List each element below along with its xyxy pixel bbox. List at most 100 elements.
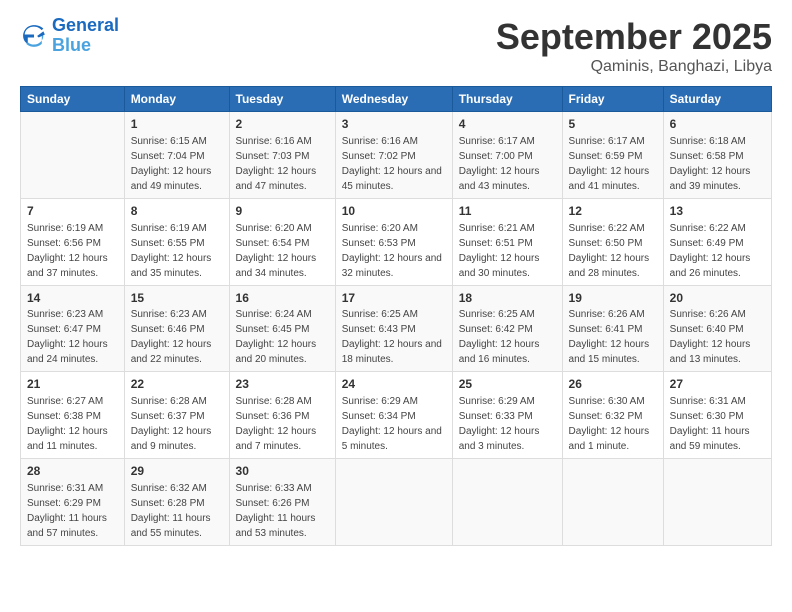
column-headers: Sunday Monday Tuesday Wednesday Thursday…: [21, 87, 772, 112]
day-info: Sunrise: 6:28 AMSunset: 6:36 PMDaylight:…: [236, 394, 329, 454]
day-number: 16: [236, 290, 329, 307]
day-number: 21: [27, 376, 118, 393]
cell-w3-d4: 18Sunrise: 6:25 AMSunset: 6:42 PMDayligh…: [452, 285, 562, 372]
day-info: Sunrise: 6:23 AMSunset: 6:46 PMDaylight:…: [131, 307, 223, 367]
day-number: 22: [131, 376, 223, 393]
day-number: 17: [342, 290, 446, 307]
day-info: Sunrise: 6:15 AMSunset: 7:04 PMDaylight:…: [131, 134, 223, 194]
col-sunday: Sunday: [21, 87, 125, 112]
cell-w1-d0: [21, 112, 125, 199]
cell-w3-d1: 15Sunrise: 6:23 AMSunset: 6:46 PMDayligh…: [124, 285, 229, 372]
week-row-4: 21Sunrise: 6:27 AMSunset: 6:38 PMDayligh…: [21, 372, 772, 459]
logo-text: General Blue: [52, 16, 119, 56]
cell-w2-d5: 12Sunrise: 6:22 AMSunset: 6:50 PMDayligh…: [562, 198, 663, 285]
cell-w2-d0: 7Sunrise: 6:19 AMSunset: 6:56 PMDaylight…: [21, 198, 125, 285]
col-wednesday: Wednesday: [335, 87, 452, 112]
col-monday: Monday: [124, 87, 229, 112]
logo-icon: [20, 22, 48, 50]
day-number: 15: [131, 290, 223, 307]
cell-w5-d4: [452, 459, 562, 546]
cell-w4-d4: 25Sunrise: 6:29 AMSunset: 6:33 PMDayligh…: [452, 372, 562, 459]
day-info: Sunrise: 6:18 AMSunset: 6:58 PMDaylight:…: [670, 134, 765, 194]
col-saturday: Saturday: [663, 87, 771, 112]
day-info: Sunrise: 6:19 AMSunset: 6:56 PMDaylight:…: [27, 221, 118, 281]
day-info: Sunrise: 6:16 AMSunset: 7:03 PMDaylight:…: [236, 134, 329, 194]
day-info: Sunrise: 6:23 AMSunset: 6:47 PMDaylight:…: [27, 307, 118, 367]
day-number: 25: [459, 376, 556, 393]
day-info: Sunrise: 6:17 AMSunset: 6:59 PMDaylight:…: [569, 134, 657, 194]
day-number: 27: [670, 376, 765, 393]
cell-w1-d1: 1Sunrise: 6:15 AMSunset: 7:04 PMDaylight…: [124, 112, 229, 199]
day-number: 3: [342, 116, 446, 133]
day-info: Sunrise: 6:29 AMSunset: 6:33 PMDaylight:…: [459, 394, 556, 454]
cell-w2-d1: 8Sunrise: 6:19 AMSunset: 6:55 PMDaylight…: [124, 198, 229, 285]
cell-w2-d6: 13Sunrise: 6:22 AMSunset: 6:49 PMDayligh…: [663, 198, 771, 285]
day-info: Sunrise: 6:19 AMSunset: 6:55 PMDaylight:…: [131, 221, 223, 281]
day-info: Sunrise: 6:26 AMSunset: 6:40 PMDaylight:…: [670, 307, 765, 367]
day-info: Sunrise: 6:30 AMSunset: 6:32 PMDaylight:…: [569, 394, 657, 454]
day-info: Sunrise: 6:21 AMSunset: 6:51 PMDaylight:…: [459, 221, 556, 281]
day-number: 8: [131, 203, 223, 220]
day-number: 12: [569, 203, 657, 220]
cell-w3-d2: 16Sunrise: 6:24 AMSunset: 6:45 PMDayligh…: [229, 285, 335, 372]
cell-w4-d6: 27Sunrise: 6:31 AMSunset: 6:30 PMDayligh…: [663, 372, 771, 459]
day-info: Sunrise: 6:33 AMSunset: 6:26 PMDaylight:…: [236, 481, 329, 541]
day-number: 20: [670, 290, 765, 307]
day-number: 28: [27, 463, 118, 480]
day-number: 19: [569, 290, 657, 307]
day-number: 6: [670, 116, 765, 133]
day-number: 11: [459, 203, 556, 220]
day-number: 29: [131, 463, 223, 480]
day-number: 26: [569, 376, 657, 393]
cell-w5-d1: 29Sunrise: 6:32 AMSunset: 6:28 PMDayligh…: [124, 459, 229, 546]
day-number: 2: [236, 116, 329, 133]
location-title: Qaminis, Banghazi, Libya: [496, 58, 772, 76]
day-info: Sunrise: 6:31 AMSunset: 6:30 PMDaylight:…: [670, 394, 765, 454]
cell-w2-d3: 10Sunrise: 6:20 AMSunset: 6:53 PMDayligh…: [335, 198, 452, 285]
day-number: 30: [236, 463, 329, 480]
day-number: 5: [569, 116, 657, 133]
cell-w3-d0: 14Sunrise: 6:23 AMSunset: 6:47 PMDayligh…: [21, 285, 125, 372]
day-number: 14: [27, 290, 118, 307]
cell-w4-d5: 26Sunrise: 6:30 AMSunset: 6:32 PMDayligh…: [562, 372, 663, 459]
day-info: Sunrise: 6:24 AMSunset: 6:45 PMDaylight:…: [236, 307, 329, 367]
title-block: September 2025 Qaminis, Banghazi, Libya: [496, 16, 772, 76]
day-info: Sunrise: 6:31 AMSunset: 6:29 PMDaylight:…: [27, 481, 118, 541]
cell-w4-d1: 22Sunrise: 6:28 AMSunset: 6:37 PMDayligh…: [124, 372, 229, 459]
cell-w4-d3: 24Sunrise: 6:29 AMSunset: 6:34 PMDayligh…: [335, 372, 452, 459]
day-number: 4: [459, 116, 556, 133]
cell-w4-d0: 21Sunrise: 6:27 AMSunset: 6:38 PMDayligh…: [21, 372, 125, 459]
cell-w5-d2: 30Sunrise: 6:33 AMSunset: 6:26 PMDayligh…: [229, 459, 335, 546]
cell-w2-d4: 11Sunrise: 6:21 AMSunset: 6:51 PMDayligh…: [452, 198, 562, 285]
day-number: 1: [131, 116, 223, 133]
cell-w2-d2: 9Sunrise: 6:20 AMSunset: 6:54 PMDaylight…: [229, 198, 335, 285]
day-number: 13: [670, 203, 765, 220]
day-info: Sunrise: 6:25 AMSunset: 6:42 PMDaylight:…: [459, 307, 556, 367]
week-row-3: 14Sunrise: 6:23 AMSunset: 6:47 PMDayligh…: [21, 285, 772, 372]
cell-w5-d6: [663, 459, 771, 546]
cell-w4-d2: 23Sunrise: 6:28 AMSunset: 6:36 PMDayligh…: [229, 372, 335, 459]
col-thursday: Thursday: [452, 87, 562, 112]
day-info: Sunrise: 6:32 AMSunset: 6:28 PMDaylight:…: [131, 481, 223, 541]
day-info: Sunrise: 6:22 AMSunset: 6:50 PMDaylight:…: [569, 221, 657, 281]
day-info: Sunrise: 6:26 AMSunset: 6:41 PMDaylight:…: [569, 307, 657, 367]
cell-w1-d4: 4Sunrise: 6:17 AMSunset: 7:00 PMDaylight…: [452, 112, 562, 199]
day-number: 10: [342, 203, 446, 220]
week-row-1: 1Sunrise: 6:15 AMSunset: 7:04 PMDaylight…: [21, 112, 772, 199]
month-title: September 2025: [496, 16, 772, 58]
day-number: 23: [236, 376, 329, 393]
day-info: Sunrise: 6:20 AMSunset: 6:54 PMDaylight:…: [236, 221, 329, 281]
cell-w1-d6: 6Sunrise: 6:18 AMSunset: 6:58 PMDaylight…: [663, 112, 771, 199]
logo: General Blue: [20, 16, 119, 56]
cell-w3-d3: 17Sunrise: 6:25 AMSunset: 6:43 PMDayligh…: [335, 285, 452, 372]
cell-w5-d5: [562, 459, 663, 546]
day-info: Sunrise: 6:17 AMSunset: 7:00 PMDaylight:…: [459, 134, 556, 194]
cell-w1-d2: 2Sunrise: 6:16 AMSunset: 7:03 PMDaylight…: [229, 112, 335, 199]
day-info: Sunrise: 6:27 AMSunset: 6:38 PMDaylight:…: [27, 394, 118, 454]
cell-w5-d0: 28Sunrise: 6:31 AMSunset: 6:29 PMDayligh…: [21, 459, 125, 546]
cell-w1-d3: 3Sunrise: 6:16 AMSunset: 7:02 PMDaylight…: [335, 112, 452, 199]
cell-w3-d5: 19Sunrise: 6:26 AMSunset: 6:41 PMDayligh…: [562, 285, 663, 372]
calendar-table: Sunday Monday Tuesday Wednesday Thursday…: [20, 86, 772, 546]
day-info: Sunrise: 6:29 AMSunset: 6:34 PMDaylight:…: [342, 394, 446, 454]
week-row-2: 7Sunrise: 6:19 AMSunset: 6:56 PMDaylight…: [21, 198, 772, 285]
